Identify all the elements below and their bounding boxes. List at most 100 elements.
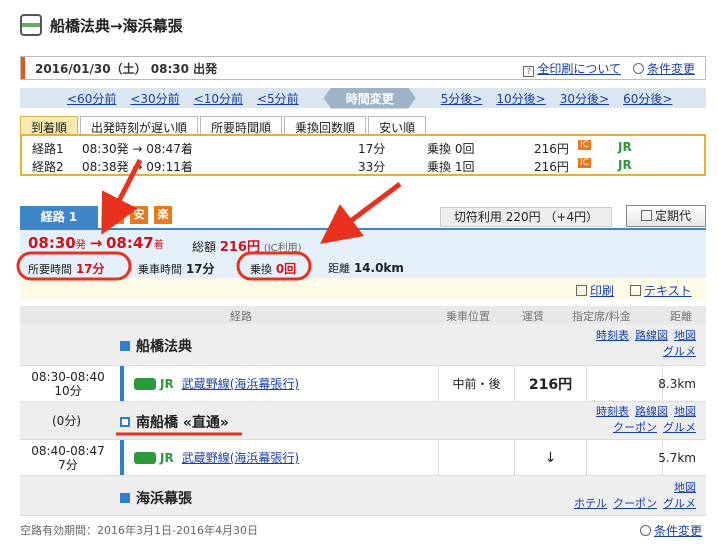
page-title: 船橋法典→海浜幕張 <box>50 16 183 35</box>
route-tab-1[interactable]: 経路 1 <box>20 206 98 228</box>
before-60-link[interactable]: <60分前 <box>67 90 116 107</box>
station-marker-icon <box>120 417 130 427</box>
required-time: 所要時間 17分 <box>28 262 105 276</box>
timetable-link[interactable]: 時刻表 <box>596 405 629 418</box>
segment-line[interactable]: JR 武蔵野線(海浜幕張行) <box>120 440 299 475</box>
date-bar: 2016/01/30（土） 08:30 出発 ? 全印刷について 条件変更 <box>20 56 706 80</box>
document-icon <box>630 285 641 296</box>
station-name[interactable]: 南船橋 «直通» <box>120 412 229 432</box>
summary-fare: 216円 <box>534 160 569 174</box>
summary-duration: 17分 <box>358 142 386 156</box>
station-links: 時刻表 路線図 地図 クーポン グルメ <box>546 404 696 436</box>
summary-line: JR <box>618 140 632 154</box>
summary-transfer: 乗換 0回 <box>427 142 475 156</box>
segment-distance: 8.3km <box>658 366 706 401</box>
boarding-position <box>438 440 514 475</box>
print-all-link[interactable]: ? 全印刷について <box>523 60 621 77</box>
change-condition-text[interactable]: 条件変更 <box>647 62 695 76</box>
text-link[interactable]: テキスト <box>630 282 692 299</box>
footer-change-text[interactable]: 条件変更 <box>654 524 702 538</box>
gourmet-link[interactable]: グルメ <box>663 497 696 510</box>
ic-icon: IC <box>578 158 591 168</box>
time-navigation: <60分前 <30分前 <10分前 <5分前 時間変更 5分後> 10分後> 3… <box>20 87 706 109</box>
print-all-text[interactable]: 全印刷について <box>537 62 621 76</box>
summary-row-1[interactable]: 経路1 08:30発 → 08:47着 17分 乗換 0回 216円 IC JR <box>22 138 704 156</box>
summary-row-2[interactable]: 経路2 08:38発 → 09:11着 33分 乗換 1回 216円 IC JR <box>22 156 704 174</box>
map-link[interactable]: 地図 <box>674 481 696 494</box>
map-link[interactable]: 地図 <box>674 329 696 342</box>
validity-note: 空路有効期間：2016年3月1日-2016年4月30日 <box>20 524 258 537</box>
coupon-link[interactable]: クーポン <box>613 497 657 510</box>
route-map-link[interactable]: 路線図 <box>635 329 668 342</box>
segment-distance: 5.7km <box>658 440 706 475</box>
station-row: 船橋法典 時刻表 路線図 地図 グルメ <box>20 324 706 366</box>
time-change-button[interactable]: 時間変更 <box>323 87 416 109</box>
printer-icon <box>576 285 587 296</box>
station-links: 地図 ホテル クーポン グルメ <box>546 480 696 512</box>
summary-transfer: 乗換 1回 <box>427 160 475 174</box>
page-header: 船橋法典→海浜幕張 <box>20 10 183 40</box>
station-row: 海浜幕張 地図 ホテル クーポン グルメ <box>20 476 706 516</box>
tab-duration[interactable]: 所要時間順 <box>200 116 283 135</box>
after-60-link[interactable]: 60分後> <box>623 90 672 107</box>
distance: 距離 14.0km <box>328 261 404 275</box>
segment-time: 08:30-08:40 10分 <box>31 370 105 398</box>
segment-seat <box>586 366 662 401</box>
segment-seat <box>586 440 662 475</box>
text-text[interactable]: テキスト <box>644 284 692 298</box>
help-icon: ? <box>523 65 535 77</box>
route-times: 08:30発 → 08:47着 <box>28 234 164 252</box>
after-5-link[interactable]: 5分後> <box>441 90 483 107</box>
ride-time: 乗車時間 17分 <box>138 262 215 276</box>
tab-cheapest[interactable]: 安い順 <box>368 116 427 135</box>
tools-bar: 印刷 テキスト <box>20 278 706 300</box>
summary-duration: 33分 <box>358 160 386 174</box>
train-icon <box>134 377 156 390</box>
before-10-link[interactable]: <10分前 <box>194 90 243 107</box>
commuter-pass-button[interactable]: 定期代 <box>626 205 706 227</box>
route-summary: 経路1 08:30発 → 08:47着 17分 乗換 0回 216円 IC JR… <box>20 134 706 176</box>
timetable-link[interactable]: 時刻表 <box>596 329 629 342</box>
tab-arrival[interactable]: 到着順 <box>20 116 79 135</box>
summary-fare: 216円 <box>534 142 569 156</box>
col-position: 乗車位置 <box>446 310 490 323</box>
tab-late-departure[interactable]: 出発時刻が遅い順 <box>80 116 199 135</box>
before-30-link[interactable]: <30分前 <box>130 90 179 107</box>
before-5-link[interactable]: <5分前 <box>257 90 299 107</box>
segment-row: 08:40-08:47 7分 JR 武蔵野線(海浜幕張行) ↓ 5.7km <box>20 440 706 476</box>
segment-line[interactable]: JR 武蔵野線(海浜幕張行) <box>120 366 299 401</box>
magnifier-icon <box>640 525 651 536</box>
station-name[interactable]: 船橋法典 <box>120 336 192 356</box>
after-30-link[interactable]: 30分後> <box>560 90 609 107</box>
route-info: 08:30発 → 08:47着 総額 216円 (IC利用) 所要時間 17分 … <box>20 228 706 278</box>
station-marker-icon <box>120 341 130 351</box>
train-icon <box>20 14 42 36</box>
col-route: 経路 <box>230 310 252 323</box>
map-link[interactable]: 地図 <box>674 405 696 418</box>
summary-time: 08:38発 → 09:11着 <box>82 160 193 174</box>
gourmet-link[interactable]: グルメ <box>663 421 696 434</box>
footer-change-condition[interactable]: 条件変更 <box>640 522 702 539</box>
gourmet-link[interactable]: グルメ <box>663 345 696 358</box>
coupon-link[interactable]: クーポン <box>613 421 657 434</box>
summary-line: JR <box>618 158 632 172</box>
cheap-badge: 安 <box>130 206 148 224</box>
easy-badge: 楽 <box>154 206 172 224</box>
change-condition-link[interactable]: 条件変更 <box>632 60 695 77</box>
commuter-pass-label: 定期代 <box>654 209 691 223</box>
magnifier-icon <box>632 62 644 74</box>
tab-transfers[interactable]: 乗換回数順 <box>284 116 367 135</box>
print-text[interactable]: 印刷 <box>590 284 614 298</box>
continue-arrow: ↓ <box>514 440 586 475</box>
accent-stripe <box>21 57 25 79</box>
fast-badge: 早 <box>106 206 124 224</box>
ticket-fare: 切符利用 220円 （+4円） <box>440 207 612 227</box>
station-links: 時刻表 路線図 地図 グルメ <box>556 328 696 360</box>
after-10-link[interactable]: 10分後> <box>496 90 545 107</box>
segment-row: 08:30-08:40 10分 JR 武蔵野線(海浜幕張行) 中前・後 216円 8… <box>20 366 706 402</box>
hotel-link[interactable]: ホテル <box>574 497 607 510</box>
print-link[interactable]: 印刷 <box>576 282 614 299</box>
route-map-link[interactable]: 路線図 <box>635 405 668 418</box>
station-marker-icon <box>120 493 130 503</box>
station-name[interactable]: 海浜幕張 <box>120 488 192 508</box>
